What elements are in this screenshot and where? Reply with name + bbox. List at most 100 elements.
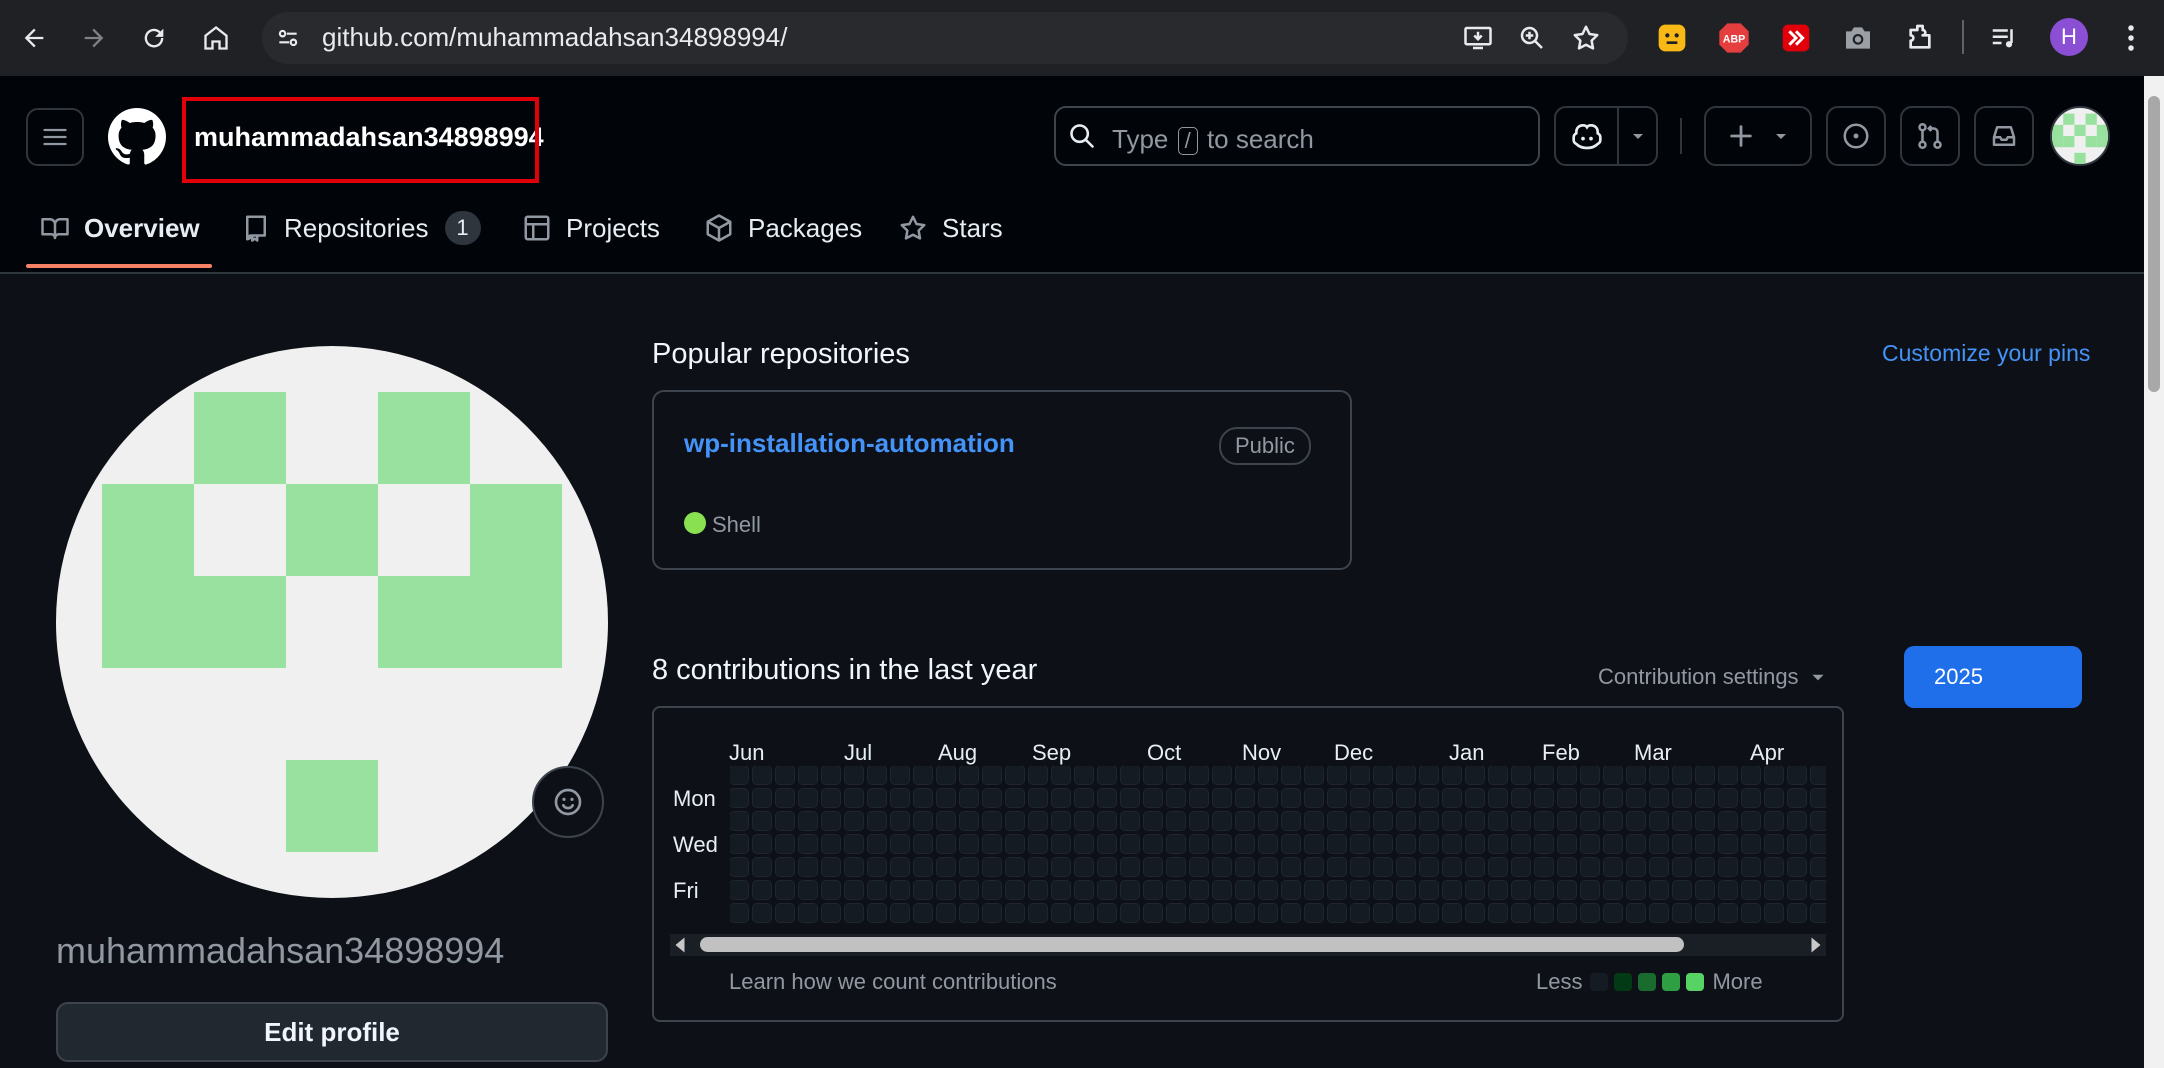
contribution-cell[interactable] [1649, 766, 1669, 785]
contribution-cell[interactable] [1580, 834, 1600, 854]
contribution-cell[interactable] [1557, 857, 1577, 877]
contribution-cell[interactable] [1580, 880, 1600, 900]
contribution-cell[interactable] [867, 834, 887, 854]
contribution-cell[interactable] [1350, 766, 1370, 785]
contribution-cell[interactable] [821, 766, 841, 785]
contribution-cell[interactable] [913, 811, 933, 831]
contribution-cell[interactable] [752, 788, 772, 808]
contribution-cell[interactable] [1488, 880, 1508, 900]
contribution-cell[interactable] [1764, 857, 1784, 877]
contribution-cell[interactable] [1235, 788, 1255, 808]
contribution-cell[interactable] [1028, 880, 1048, 900]
learn-contributions-link[interactable]: Learn how we count contributions [729, 969, 1057, 995]
contribution-cell[interactable] [1649, 903, 1669, 923]
contribution-cell[interactable] [1695, 903, 1715, 923]
contribution-cell[interactable] [1488, 834, 1508, 854]
contribution-cell[interactable] [1695, 788, 1715, 808]
contribution-cell[interactable] [1741, 766, 1761, 785]
contribution-cell[interactable] [1718, 903, 1738, 923]
contribution-cell[interactable] [1304, 857, 1324, 877]
contribution-cell[interactable] [1189, 788, 1209, 808]
contribution-cell[interactable] [1557, 834, 1577, 854]
contribution-cell[interactable] [1465, 903, 1485, 923]
contribution-cell[interactable] [1557, 788, 1577, 808]
contribution-cell[interactable] [1442, 857, 1462, 877]
scroll-right-arrow-icon[interactable] [1808, 936, 1824, 954]
contribution-cell[interactable] [867, 903, 887, 923]
contribution-cell[interactable] [1603, 811, 1623, 831]
contribution-cell[interactable] [1557, 880, 1577, 900]
contribution-cell[interactable] [1442, 766, 1462, 785]
contribution-cell[interactable] [752, 857, 772, 877]
contribution-cell[interactable] [1097, 834, 1117, 854]
tab-stars[interactable]: Stars [898, 210, 1003, 246]
contribution-cell[interactable] [936, 857, 956, 877]
zoom-icon[interactable] [1514, 20, 1550, 56]
contribution-cell[interactable] [936, 788, 956, 808]
contribution-cell[interactable] [1212, 857, 1232, 877]
contribution-cell[interactable] [1741, 811, 1761, 831]
contribution-cell[interactable] [1718, 811, 1738, 831]
contribution-cell[interactable] [913, 880, 933, 900]
contribution-cell[interactable] [730, 857, 749, 877]
contribution-cell[interactable] [1212, 903, 1232, 923]
contribution-cell[interactable] [1442, 834, 1462, 854]
contribution-cell[interactable] [1741, 788, 1761, 808]
contribution-cell[interactable] [1051, 766, 1071, 785]
contribution-cell[interactable] [821, 880, 841, 900]
contribution-cell[interactable] [982, 811, 1002, 831]
contribution-cell[interactable] [752, 903, 772, 923]
contribution-cell[interactable] [775, 834, 795, 854]
contribution-cell[interactable] [1534, 788, 1554, 808]
contribution-cell[interactable] [1626, 857, 1646, 877]
contribution-cell[interactable] [1097, 857, 1117, 877]
contribution-cell[interactable] [1465, 788, 1485, 808]
contribution-cell[interactable] [936, 766, 956, 785]
contribution-cell[interactable] [1580, 788, 1600, 808]
contribution-cell[interactable] [798, 766, 818, 785]
contribution-cell[interactable] [1350, 811, 1370, 831]
contribution-cell[interactable] [936, 903, 956, 923]
contribution-cell[interactable] [752, 766, 772, 785]
contribution-cell[interactable] [1511, 857, 1531, 877]
inbox-button[interactable] [1974, 106, 2034, 166]
contribution-cell[interactable] [1396, 903, 1416, 923]
contribution-cell[interactable] [1051, 857, 1071, 877]
copilot-button[interactable] [1554, 106, 1658, 166]
graph-scrollbar-thumb[interactable] [700, 937, 1684, 952]
contribution-cell[interactable] [1005, 811, 1025, 831]
contribution-cell[interactable] [1718, 834, 1738, 854]
contribution-cell[interactable] [1074, 903, 1094, 923]
contribution-cell[interactable] [844, 857, 864, 877]
page-scrollbar-thumb[interactable] [2148, 96, 2160, 392]
reload-icon[interactable] [134, 18, 174, 58]
contribution-cell[interactable] [1235, 903, 1255, 923]
contribution-cell[interactable] [1235, 811, 1255, 831]
contribution-cell[interactable] [936, 880, 956, 900]
contribution-cell[interactable] [1258, 880, 1278, 900]
contribution-cell[interactable] [1672, 788, 1692, 808]
contribution-cell[interactable] [890, 880, 910, 900]
contribution-cell[interactable] [1511, 811, 1531, 831]
contribution-cell[interactable] [1626, 903, 1646, 923]
contribution-cell[interactable] [1166, 766, 1186, 785]
contribution-cell[interactable] [959, 857, 979, 877]
contribution-cell[interactable] [1028, 811, 1048, 831]
contribution-cell[interactable] [1488, 903, 1508, 923]
contribution-cell[interactable] [1327, 788, 1347, 808]
contribution-cell[interactable] [1488, 788, 1508, 808]
contribution-cell[interactable] [1534, 834, 1554, 854]
contribution-cell[interactable] [1695, 811, 1715, 831]
adblock-plus-icon[interactable]: ABP [1714, 18, 1754, 58]
contribution-cell[interactable] [1373, 857, 1393, 877]
url-text[interactable]: github.com/muhammadahsan34898994/ [322, 22, 787, 53]
edit-profile-button[interactable]: Edit profile [56, 1002, 608, 1062]
contribution-cell[interactable] [1074, 880, 1094, 900]
contribution-cell[interactable] [1534, 880, 1554, 900]
contribution-cell[interactable] [1764, 788, 1784, 808]
contribution-cell[interactable] [913, 766, 933, 785]
contribution-cell[interactable] [752, 811, 772, 831]
contribution-cell[interactable] [775, 880, 795, 900]
contribution-cell[interactable] [1281, 766, 1301, 785]
pull-requests-button[interactable] [1900, 106, 1960, 166]
